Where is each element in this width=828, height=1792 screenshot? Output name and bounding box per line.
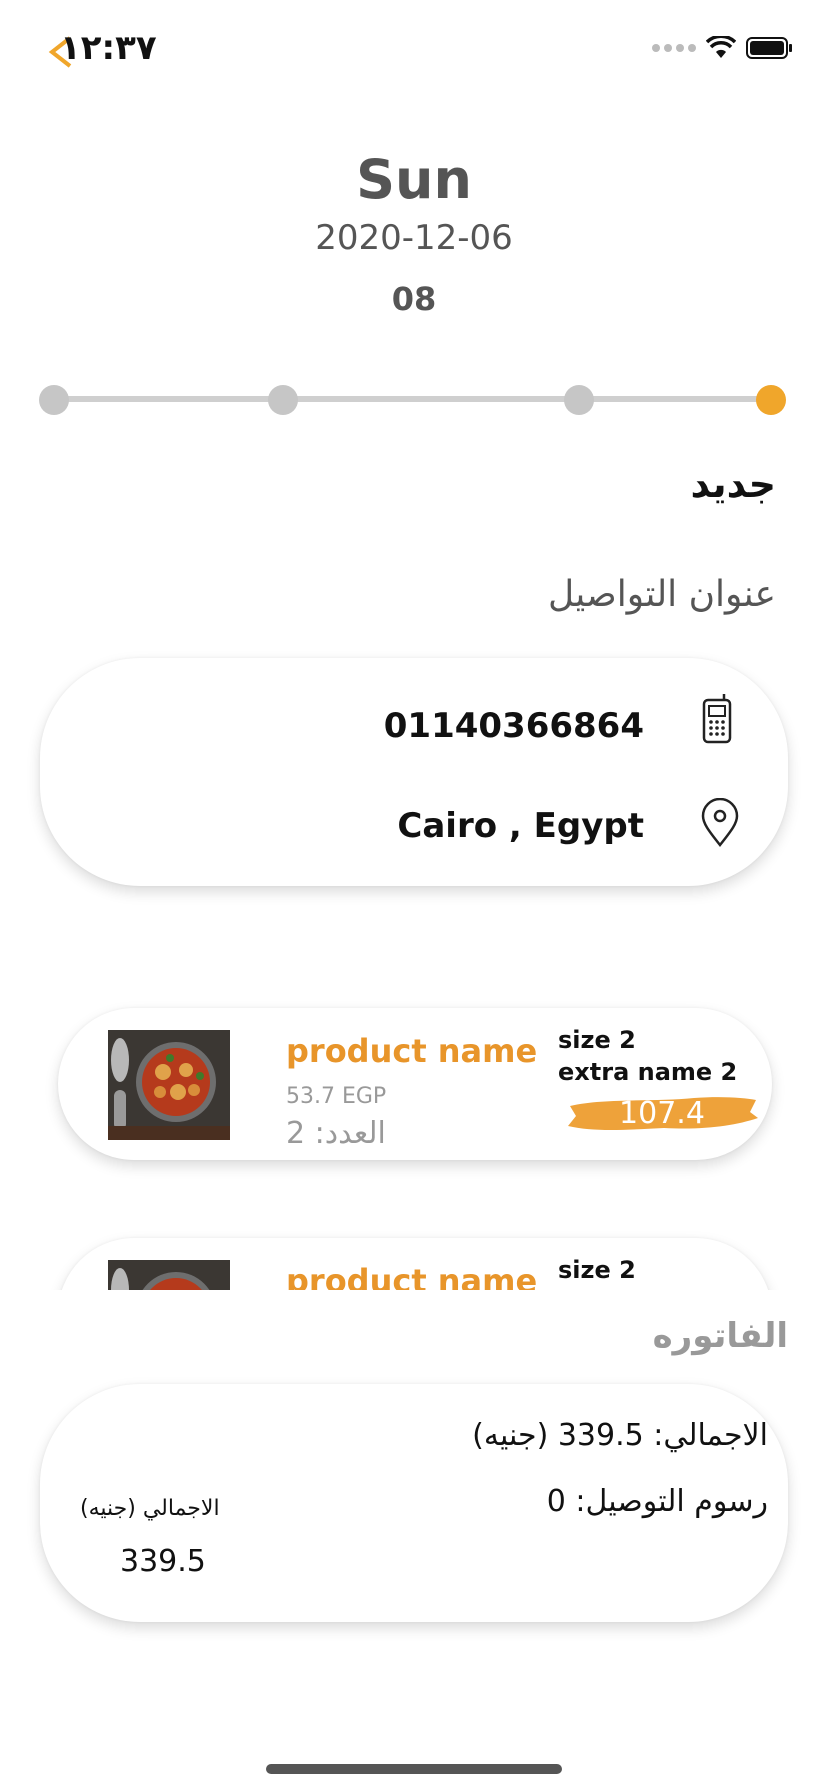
home-indicator[interactable]: [266, 1764, 562, 1774]
progress-step-1: [39, 385, 69, 415]
cellular-signal-icon: [652, 44, 696, 52]
invoice-delivery-fee: رسوم التوصيل: 0: [546, 1484, 768, 1519]
battery-icon: [746, 37, 792, 59]
contact-section-title: عنوان التواصيل: [548, 574, 776, 615]
product-card[interactable]: product name 53.7 EGP العدد: 2 size 2 ex…: [58, 1008, 772, 1160]
mobile-phone-icon: [702, 694, 732, 744]
contact-card: 01140366864 Cairo , Egypt: [40, 658, 788, 886]
wifi-icon: [706, 36, 736, 58]
progress-step-3: [564, 385, 594, 415]
progress-step-2: [268, 385, 298, 415]
location-pin-icon: [701, 798, 739, 848]
product-total: 107.4: [619, 1096, 705, 1131]
product-image: [108, 1030, 230, 1140]
product-size: size 2: [558, 1256, 636, 1284]
order-hour: 08: [391, 280, 437, 318]
product-quantity: العدد: 2: [286, 1116, 386, 1151]
status-time: ١٢:٣٧: [60, 28, 157, 68]
product-name: product name: [286, 1262, 538, 1290]
product-card[interactable]: product name size 2: [58, 1238, 772, 1290]
product-extra: extra name 2: [558, 1058, 738, 1086]
order-progress-track: [54, 396, 774, 402]
invoice-total-label: الاجمالي (جنيه): [80, 1496, 220, 1521]
order-day: Sun: [356, 148, 472, 211]
products-list[interactable]: product name 53.7 EGP العدد: 2 size 2 ex…: [0, 990, 828, 1290]
product-image: [108, 1260, 230, 1290]
address: Cairo , Egypt: [397, 806, 644, 846]
invoice-card: الاجمالي: 339.5 (جنيه) رسوم التوصيل: 0 ا…: [40, 1384, 788, 1622]
order-status-label: جديد: [690, 462, 776, 506]
order-date: 2020-12-06: [315, 218, 513, 258]
status-indicators: [652, 36, 794, 60]
product-total-badge: 107.4: [564, 1092, 760, 1134]
phone-number[interactable]: 01140366864: [384, 706, 644, 746]
product-size: size 2: [558, 1026, 636, 1054]
product-unit-price: 53.7 EGP: [286, 1084, 387, 1109]
invoice-title: الفاتوره: [652, 1316, 788, 1356]
invoice-total-line: الاجمالي: 339.5 (جنيه): [472, 1418, 768, 1453]
invoice-total-value: 339.5: [120, 1544, 206, 1579]
product-name: product name: [286, 1032, 538, 1070]
progress-step-4: [756, 385, 786, 415]
